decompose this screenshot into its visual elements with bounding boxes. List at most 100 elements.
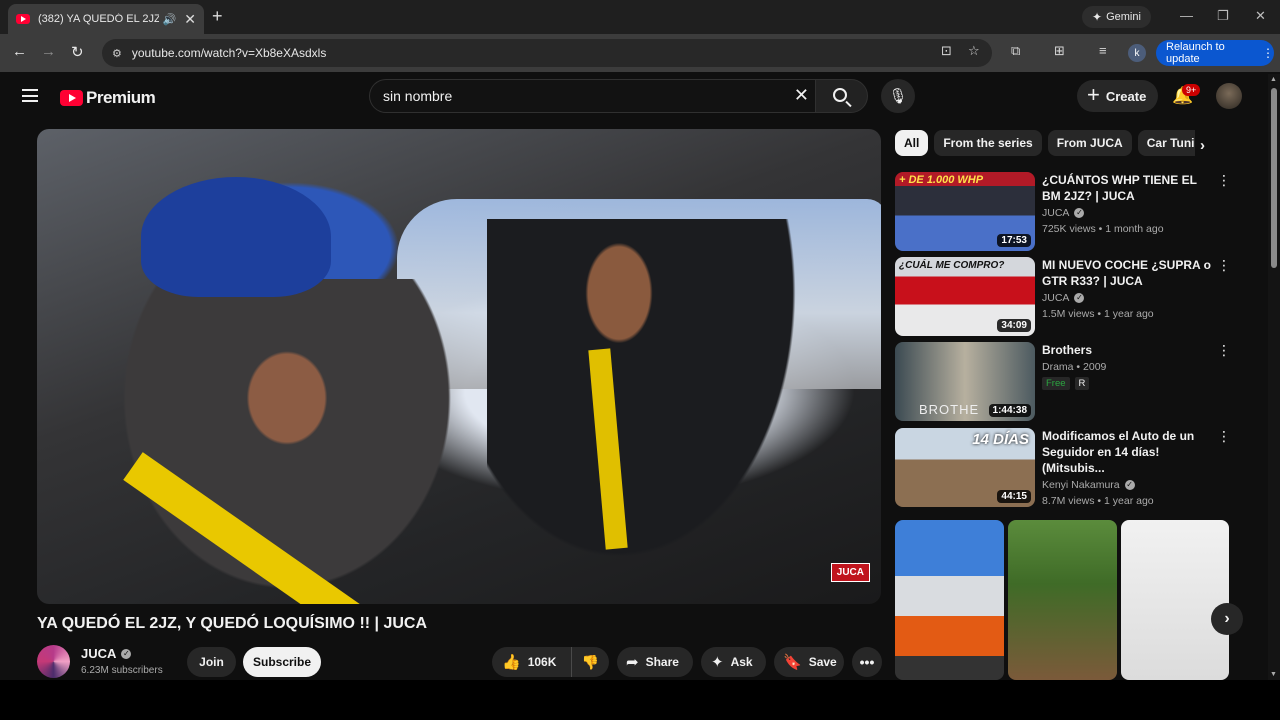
list-item[interactable]: ¿CUÁL ME COMPRO? 34:09 MI NUEVO COCHE ¿S… [895,257,1235,337]
sparkle-icon: ✦ [711,654,724,671]
guide-menu-icon[interactable] [22,89,38,102]
chip-all[interactable]: All [895,130,929,156]
profile-avatar[interactable]: k [1128,44,1146,62]
scroll-down-icon[interactable]: ▼ [1270,671,1277,678]
forward-icon[interactable]: → [41,43,56,60]
chip-from-juca[interactable]: From JUCA [1047,130,1132,156]
reload-icon[interactable]: ↻ [71,43,84,61]
gemini-button[interactable]: ✦ Gemini [1082,6,1151,28]
rec-title[interactable]: MI NUEVO COCHE ¿SUPRA o GTR R33? | JUCA [1042,257,1217,289]
video-title: YA QUEDÓ EL 2JZ, Y QUEDÓ LOQUÍSIMO !! | … [37,615,428,632]
search-query: sin nombre [383,88,453,104]
rec-channel-text: JUCA [1042,207,1070,219]
search-button[interactable] [815,79,868,113]
chip-car-tuning[interactable]: Car Tuning [1137,130,1195,156]
site-info-icon[interactable]: ⚙ [112,47,122,60]
search-input[interactable]: sin nombre ✕ [369,79,815,113]
rec-title[interactable]: Modificamos el Auto de un Seguidor en 14… [1042,428,1217,476]
list-item[interactable]: BROTHE 1:44:38 Brothers Drama • 2009 Fre… [895,342,1235,422]
rec-title[interactable]: ¿CUÁNTOS WHP TIENE EL BM 2JZ? | JUCA [1042,172,1217,204]
short-thumbnail[interactable] [895,520,1004,680]
rec-channel[interactable]: Kenyi Nakamura ✓ [1042,479,1217,491]
address-bar[interactable]: ⚙ youtube.com/watch?v=Xb8eXAsdxls [102,39,992,67]
channel-avatar[interactable] [37,645,70,678]
relaunch-button[interactable]: Relaunch to update ⋮ [1156,40,1274,66]
speaker-icon[interactable]: 🔊 [163,13,177,26]
short-thumbnail[interactable] [1121,520,1229,680]
list-item[interactable]: + DE 1.000 WHP 17:53 ¿CUÁNTOS WHP TIENE … [895,172,1235,252]
duration-badge: 44:15 [997,490,1031,503]
youtube-play-icon [60,90,83,106]
voice-search-button[interactable]: 🎙 [881,79,915,113]
list-item[interactable]: 14 DÍAS 44:15 Modificamos el Auto de un … [895,428,1235,508]
browser-tab[interactable]: (382) YA QUEDÓ EL 2JZ, Y QUEDÓ LOQUÍSIMO… [8,4,204,34]
dislike-button[interactable]: 👎 [572,654,609,671]
thumbnail-text: 14 DÍAS [972,431,1029,448]
shorts-next-button[interactable]: › [1211,603,1243,635]
driver-figure [487,219,817,589]
youtube-logo[interactable]: Premium [60,88,156,108]
blue-beanie [141,177,331,297]
chevron-right-icon[interactable]: › [1200,137,1205,154]
account-avatar[interactable] [1216,83,1242,109]
maximize-icon[interactable]: ❐ [1217,8,1229,24]
filter-chips: AllFrom the seriesFrom JUCACar Tuning [895,130,1195,156]
video-player[interactable]: JUCA [37,129,881,604]
save-button[interactable]: 🔖 Save [774,647,844,677]
channel-name[interactable]: JUCA ✓ [81,646,132,661]
scrollbar-thumb[interactable] [1271,88,1277,268]
short-thumbnail[interactable] [1008,520,1117,680]
channel-name-text: JUCA [81,646,117,661]
like-dislike-group: 👍 106K 👎 [492,647,609,677]
rec-channel[interactable]: JUCA ✓ [1042,207,1217,219]
like-button[interactable]: 👍 106K [492,647,572,677]
close-tab-icon[interactable]: ✕ [184,11,196,28]
install-app-icon[interactable]: ⊡ [941,43,952,59]
browser-menu-icon[interactable]: ⋮ [1262,46,1274,60]
create-label: Create [1105,88,1147,104]
ask-button[interactable]: ✦ Ask [701,647,766,677]
more-vertical-icon[interactable]: ⋮ [1217,257,1231,274]
search-icon [833,87,847,102]
lens-icon[interactable]: ⊞ [1054,43,1065,59]
new-tab-button[interactable]: + [212,6,223,27]
thumbnail-text: ¿CUÁL ME COMPRO? [899,260,1005,271]
rec-channel[interactable]: JUCA ✓ [1042,292,1217,304]
clear-search-icon[interactable]: ✕ [794,85,809,106]
rec-stats: 8.7M views • 1 year ago [1042,495,1154,507]
more-actions-button[interactable]: ••• [852,647,882,677]
chip-from-the-series[interactable]: From the series [934,130,1042,156]
video-thumbnail[interactable]: + DE 1.000 WHP 17:53 [895,172,1035,251]
extensions-icon[interactable]: ⧉ [1011,43,1020,59]
url-text: youtube.com/watch?v=Xb8eXAsdxls [131,46,327,60]
free-badge: Free [1042,377,1070,390]
rating-badge: R [1074,377,1090,390]
back-icon[interactable]: ← [12,43,27,60]
more-vertical-icon[interactable]: ⋮ [1217,428,1231,445]
media-controls-icon[interactable]: ≡ [1099,43,1107,58]
thumbnail-text: + DE 1.000 WHP [899,174,984,186]
video-thumbnail[interactable]: ¿CUÁL ME COMPRO? 34:09 [895,257,1035,336]
close-window-icon[interactable]: ✕ [1255,8,1266,24]
more-vertical-icon[interactable]: ⋮ [1217,172,1231,189]
page-scrollbar[interactable]: ▲ ▼ [1268,74,1280,680]
like-count: 106K [527,655,557,669]
video-thumbnail[interactable]: 14 DÍAS 44:15 [895,428,1035,507]
rec-stats: 1.5M views • 1 year ago [1042,308,1154,320]
thumbs-up-icon: 👍 [502,654,521,671]
save-label: Save [808,655,837,669]
rec-title[interactable]: Brothers [1042,342,1217,358]
microphone-icon: 🎙 [888,88,908,105]
movie-thumbnail[interactable]: BROTHE 1:44:38 [895,342,1035,421]
scroll-up-icon[interactable]: ▲ [1270,76,1277,83]
minimize-icon[interactable]: — [1180,8,1193,23]
sparkle-icon: ✦ [1092,10,1103,24]
youtube-favicon-icon [16,14,30,24]
bookmark-star-icon[interactable]: ☆ [968,43,980,59]
more-vertical-icon[interactable]: ⋮ [1217,342,1231,359]
share-button[interactable]: ➦ Share [617,647,693,677]
join-button[interactable]: Join [187,647,236,677]
rec-channel-text: Kenyi Nakamura [1042,479,1120,491]
create-button[interactable]: + Create [1077,80,1158,112]
subscribe-button[interactable]: Subscribe [243,647,321,677]
